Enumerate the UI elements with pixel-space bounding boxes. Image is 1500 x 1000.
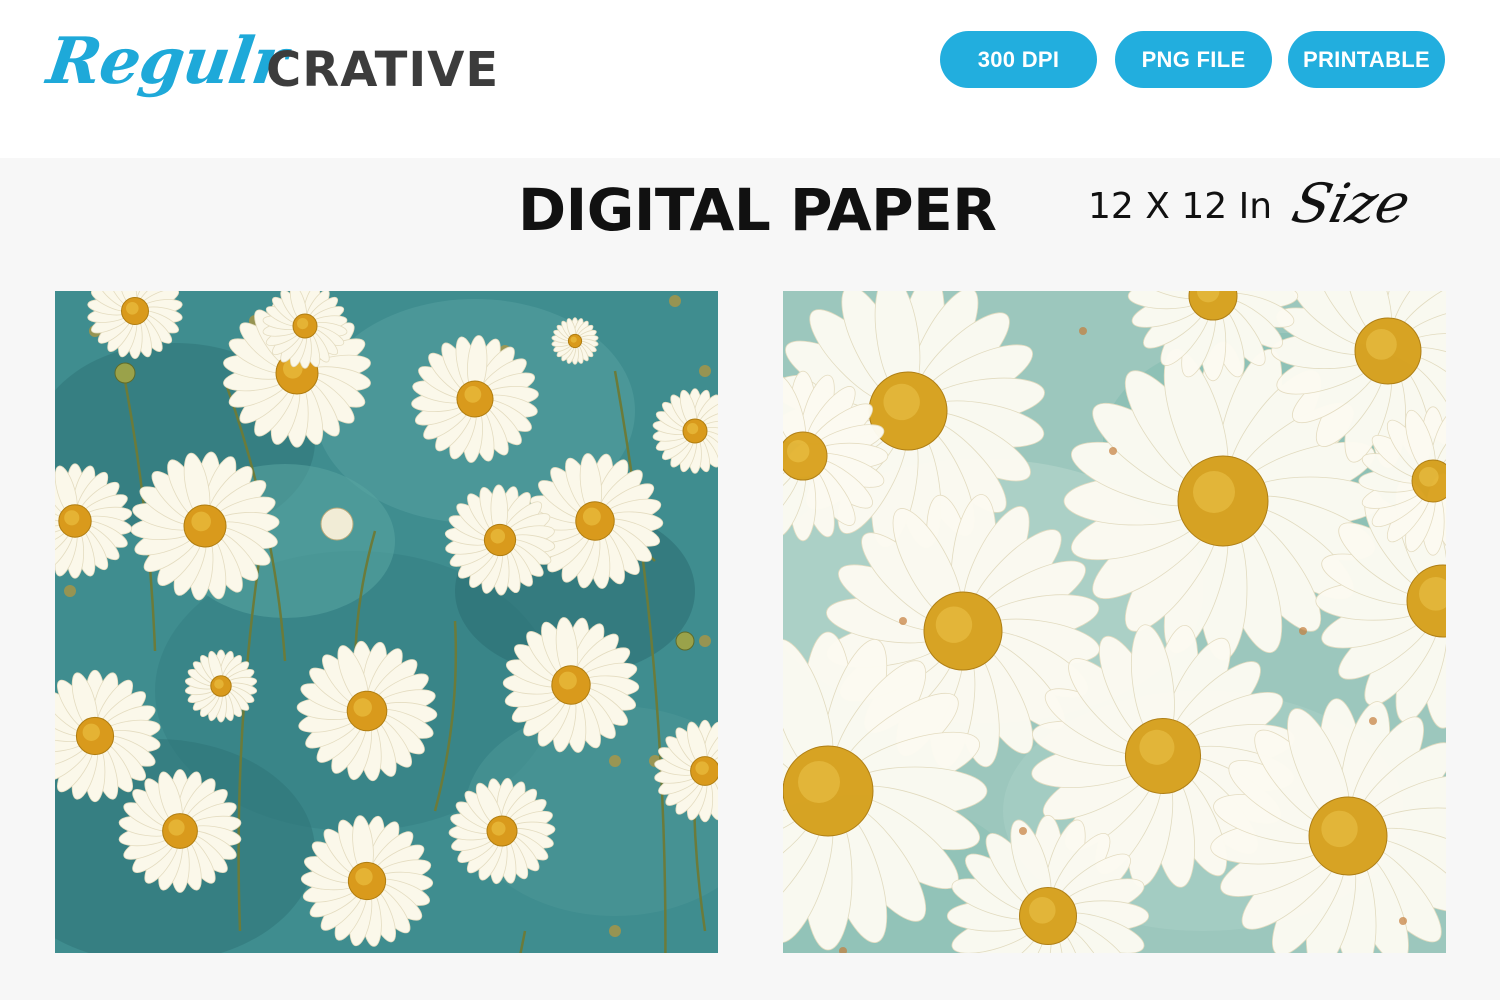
- page-title: DIGITAL PAPER: [518, 176, 997, 244]
- badge-file-type-label: PNG FILE: [1141, 46, 1246, 72]
- size-label: 12 X 12 In: [1088, 186, 1273, 227]
- header: Regulr CRATIVE 300 DPI PNG FILE PRINTABL…: [0, 0, 1500, 158]
- pattern-preview-2[interactable]: [783, 291, 1446, 953]
- logo-block-text: CRATIVE: [266, 42, 500, 98]
- badge-dpi: 300 DPI: [940, 31, 1097, 88]
- pattern-2-artwork: [783, 291, 1446, 953]
- logo-script-text: Regulr: [42, 24, 291, 99]
- badge-printable: PRINTABLE: [1288, 31, 1445, 88]
- pattern-preview-1[interactable]: [55, 291, 718, 953]
- pattern-1-artwork: [55, 291, 718, 953]
- size-script-label: Size: [1286, 172, 1417, 235]
- badge-dpi-label: 300 DPI: [977, 46, 1060, 72]
- badge-printable-label: PRINTABLE: [1303, 46, 1430, 72]
- badge-file-type: PNG FILE: [1115, 31, 1272, 88]
